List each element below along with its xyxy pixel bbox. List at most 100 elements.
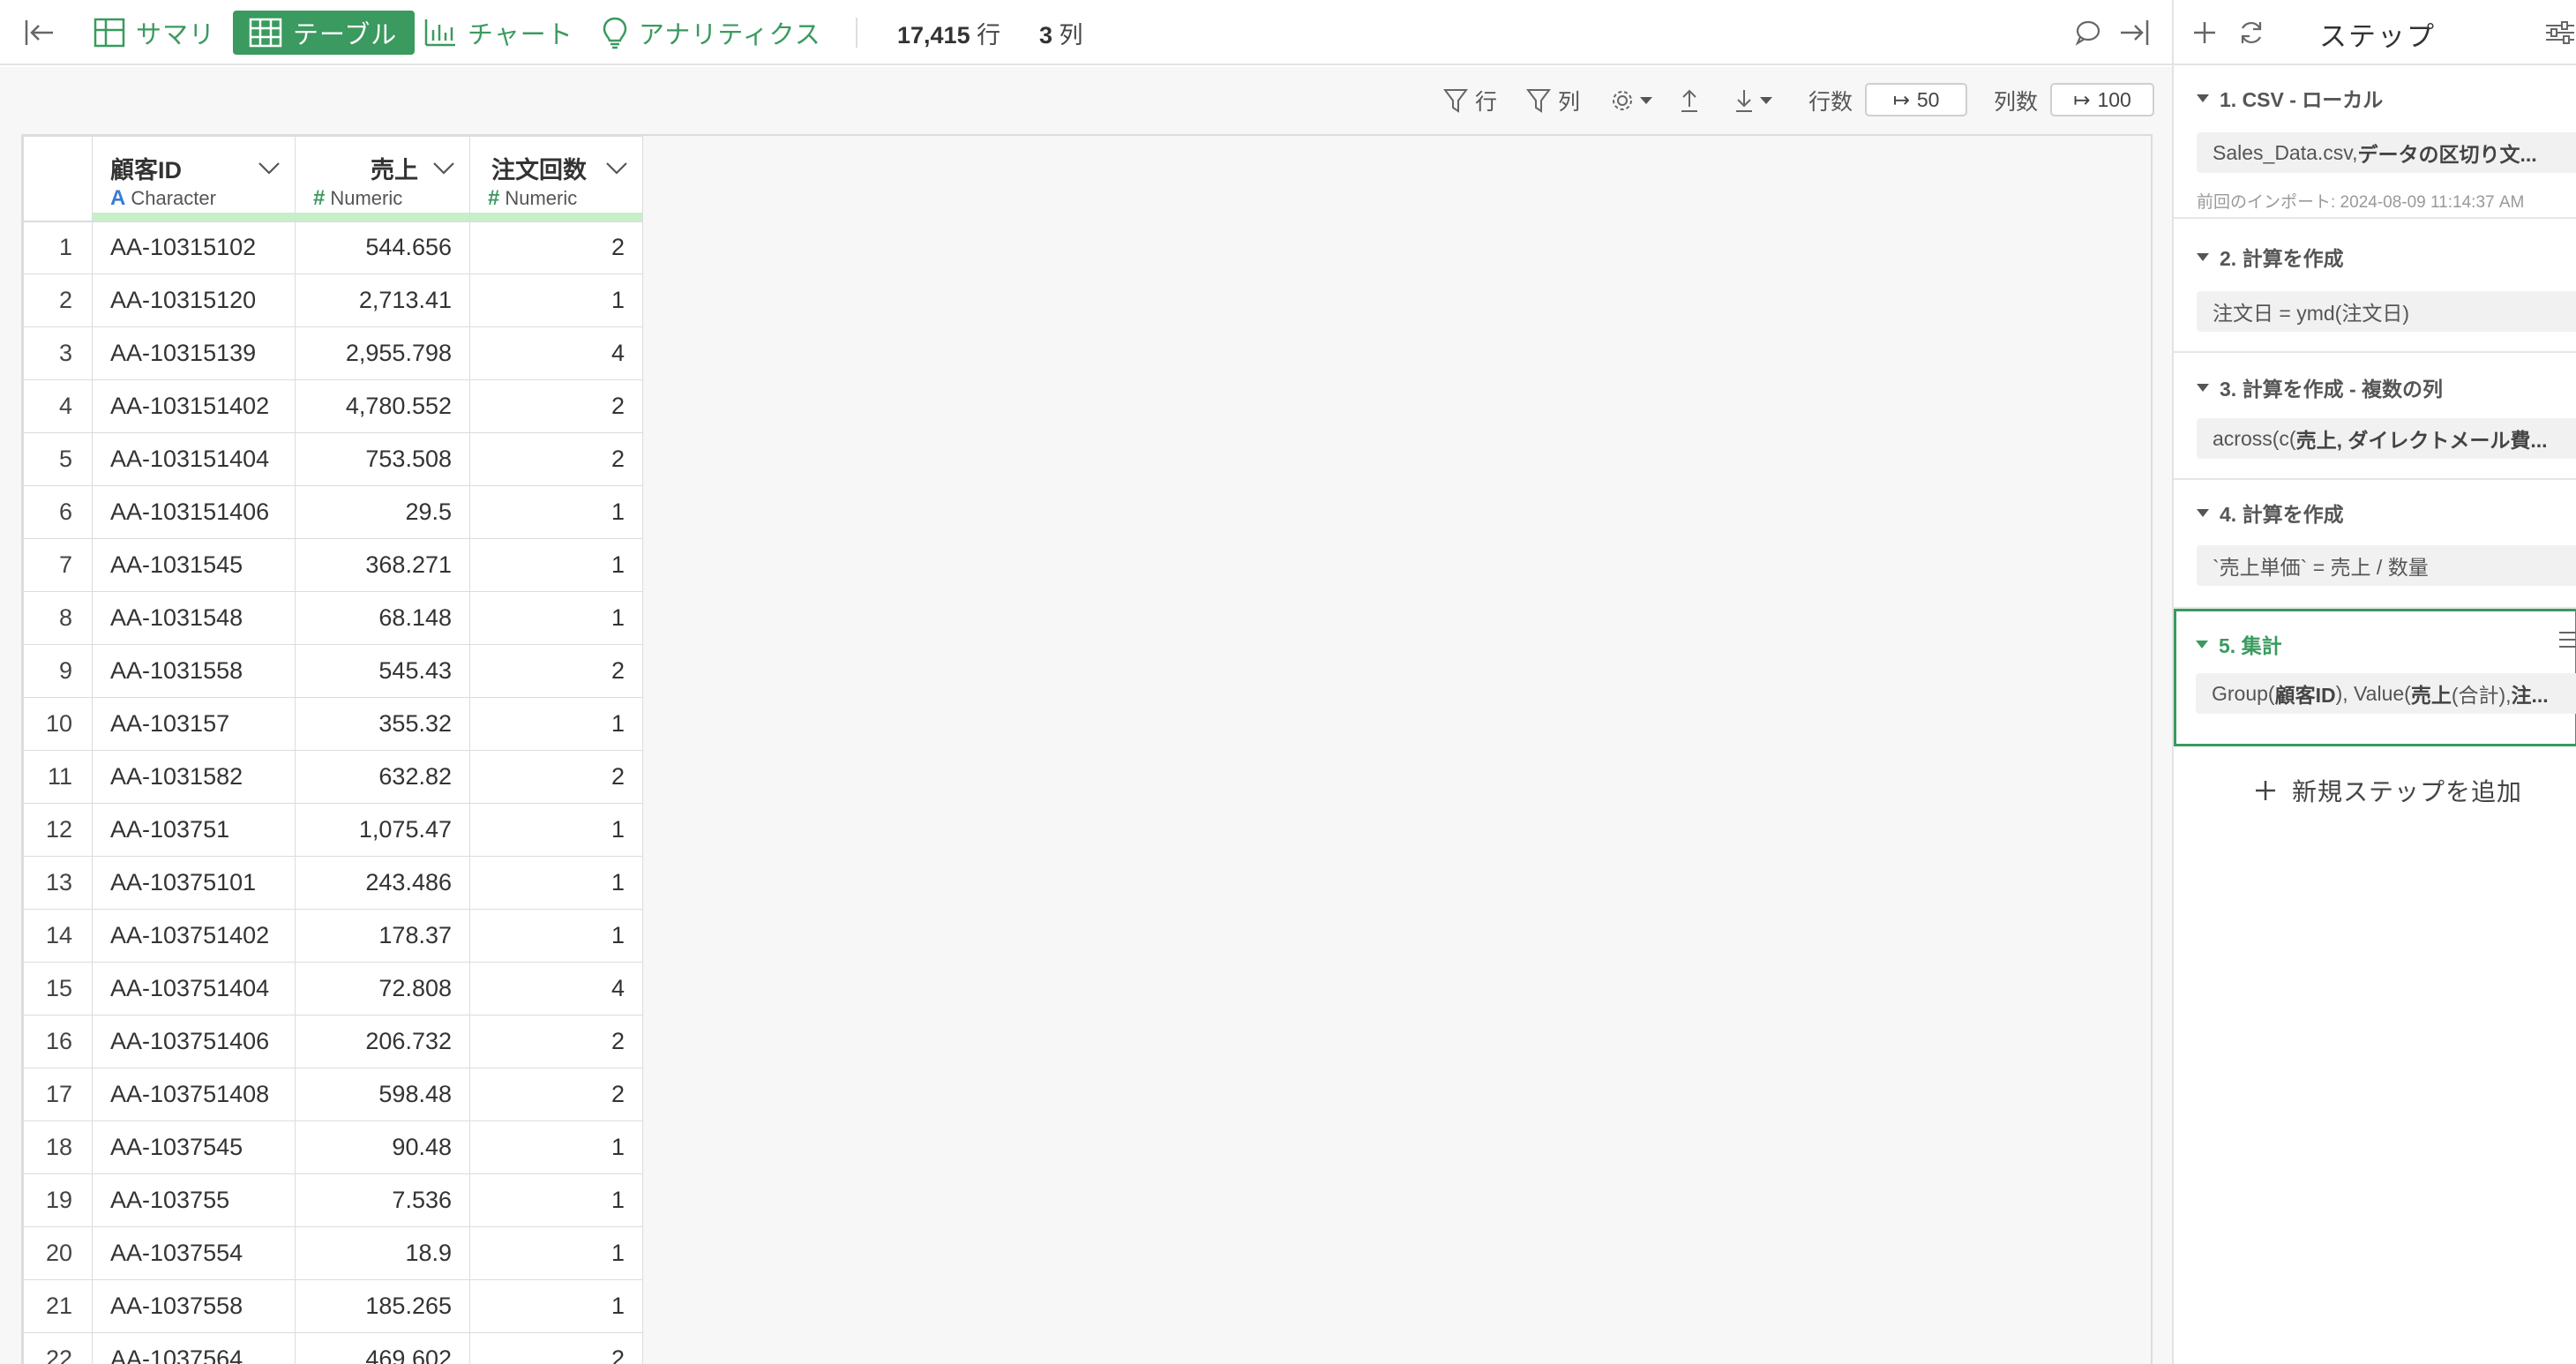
- cell-customer-id[interactable]: AA-10375101: [92, 856, 296, 910]
- cell-order-count[interactable]: 1: [469, 856, 643, 910]
- cell-sales[interactable]: 355.32: [295, 697, 470, 751]
- table-row[interactable]: 11 AA-1031582 632.82 2: [23, 750, 643, 804]
- step-body[interactable]: Group(顧客ID), Value(売上 (合計), 注...: [2196, 673, 2576, 714]
- step-body[interactable]: `売上単価` = 売上 / 数量: [2197, 545, 2576, 586]
- chevron-down-icon[interactable]: [605, 154, 628, 182]
- step-item[interactable]: 3. 計算を作成 - 複数の列 across(c(売上, ダイレクトメール費..…: [2174, 355, 2576, 480]
- table-row[interactable]: 7 AA-1031545 368.271 1: [23, 538, 643, 592]
- cell-order-count[interactable]: 1: [469, 803, 643, 857]
- step-item[interactable]: 1. CSV - ローカル Sales_Data.csv, データの区切り文..…: [2174, 67, 2576, 219]
- cell-order-count[interactable]: 4: [469, 326, 643, 380]
- cell-sales[interactable]: 545.43: [295, 644, 470, 698]
- cell-order-count[interactable]: 1: [469, 485, 643, 539]
- cell-sales[interactable]: 206.732: [295, 1015, 470, 1068]
- table-row[interactable]: 9 AA-1031558 545.43 2: [23, 644, 643, 698]
- cell-customer-id[interactable]: AA-1031558: [92, 644, 296, 698]
- cell-customer-id[interactable]: AA-10315139: [92, 326, 296, 380]
- table-row[interactable]: 10 AA-103157 355.32 1: [23, 697, 643, 751]
- table-row[interactable]: 16 AA-103751406 206.732 2: [23, 1015, 643, 1068]
- chevron-down-icon[interactable]: [432, 154, 455, 182]
- cell-customer-id[interactable]: AA-103157: [92, 697, 296, 751]
- cell-order-count[interactable]: 1: [469, 909, 643, 963]
- cell-sales[interactable]: 178.37: [295, 909, 470, 963]
- table-row[interactable]: 18 AA-1037545 90.48 1: [23, 1120, 643, 1174]
- cell-sales[interactable]: 4,780.552: [295, 379, 470, 433]
- table-row[interactable]: 1 AA-10315102 544.656 2: [23, 221, 643, 274]
- cell-customer-id[interactable]: AA-1031548: [92, 591, 296, 645]
- cell-order-count[interactable]: 2: [469, 1015, 643, 1068]
- cell-order-count[interactable]: 2: [469, 221, 643, 274]
- tab-chart[interactable]: チャート: [423, 11, 573, 55]
- table-row[interactable]: 22 AA-1037564 469.602 2: [23, 1332, 643, 1364]
- cell-sales[interactable]: 90.48: [295, 1120, 470, 1174]
- step-body[interactable]: 注文日 = ymd(注文日): [2197, 291, 2576, 332]
- cell-sales[interactable]: 29.5: [295, 485, 470, 539]
- table-row[interactable]: 15 AA-103751404 72.808 4: [23, 962, 643, 1016]
- tab-analytics[interactable]: アナリティクス: [602, 11, 821, 55]
- cell-customer-id[interactable]: AA-1031545: [92, 538, 296, 592]
- cell-order-count[interactable]: 1: [469, 697, 643, 751]
- column-header-customer-id[interactable]: 顧客ID A Character: [92, 136, 296, 222]
- cell-customer-id[interactable]: AA-1031582: [92, 750, 296, 804]
- cell-sales[interactable]: 469.602: [295, 1332, 470, 1364]
- cell-order-count[interactable]: 1: [469, 1279, 643, 1333]
- cell-order-count[interactable]: 4: [469, 962, 643, 1016]
- tab-table[interactable]: テーブル: [233, 11, 416, 55]
- cols-input[interactable]: ↦ 100: [2050, 83, 2154, 116]
- cell-order-count[interactable]: 2: [469, 1332, 643, 1364]
- cell-customer-id[interactable]: AA-103151406: [92, 485, 296, 539]
- cell-order-count[interactable]: 1: [469, 1173, 643, 1227]
- chevron-down-icon[interactable]: [258, 154, 281, 182]
- caret-down-icon[interactable]: [2197, 94, 2209, 102]
- collapse-right-icon[interactable]: [2117, 11, 2153, 55]
- cell-sales[interactable]: 68.148: [295, 591, 470, 645]
- column-header-order-count[interactable]: 注文回数 # Numeric: [469, 136, 643, 222]
- cell-order-count[interactable]: 2: [469, 644, 643, 698]
- rows-input[interactable]: ↦ 50: [1865, 83, 1967, 116]
- table-row[interactable]: 20 AA-1037554 18.9 1: [23, 1226, 643, 1280]
- caret-down-icon[interactable]: [2197, 252, 2209, 261]
- cell-customer-id[interactable]: AA-103755: [92, 1173, 296, 1227]
- comment-icon[interactable]: [2073, 11, 2101, 55]
- caret-down-icon[interactable]: [2196, 640, 2208, 648]
- download-dropdown[interactable]: [1733, 85, 1773, 116]
- table-row[interactable]: 3 AA-10315139 2,955.798 4: [23, 326, 643, 380]
- cell-customer-id[interactable]: AA-1037558: [92, 1279, 296, 1333]
- cell-customer-id[interactable]: AA-103751404: [92, 962, 296, 1016]
- cell-sales[interactable]: 2,955.798: [295, 326, 470, 380]
- tab-summary[interactable]: サマリ: [94, 11, 215, 55]
- cell-order-count[interactable]: 2: [469, 432, 643, 486]
- refresh-icon[interactable]: [2237, 11, 2265, 55]
- cell-customer-id[interactable]: AA-10315120: [92, 274, 296, 327]
- cell-sales[interactable]: 544.656: [295, 221, 470, 274]
- table-row[interactable]: 5 AA-103151404 753.508 2: [23, 432, 643, 486]
- cell-customer-id[interactable]: AA-1037545: [92, 1120, 296, 1174]
- table-row[interactable]: 8 AA-1031548 68.148 1: [23, 591, 643, 645]
- sliders-icon[interactable]: [2544, 11, 2576, 55]
- table-row[interactable]: 17 AA-103751408 598.48 2: [23, 1068, 643, 1121]
- table-row[interactable]: 6 AA-103151406 29.5 1: [23, 485, 643, 539]
- upload-icon[interactable]: [1678, 85, 1701, 116]
- cell-order-count[interactable]: 1: [469, 1226, 643, 1280]
- cell-sales[interactable]: 1,075.47: [295, 803, 470, 857]
- step-item-active[interactable]: 5. 集計 Group(顧客ID), Value(売上 (合計), 注...: [2174, 609, 2576, 746]
- cell-order-count[interactable]: 1: [469, 538, 643, 592]
- cell-order-count[interactable]: 2: [469, 750, 643, 804]
- step-body[interactable]: Sales_Data.csv, データの区切り文...: [2197, 132, 2576, 173]
- cell-sales[interactable]: 598.48: [295, 1068, 470, 1121]
- cell-order-count[interactable]: 1: [469, 591, 643, 645]
- table-row[interactable]: 19 AA-103755 7.536 1: [23, 1173, 643, 1227]
- cell-customer-id[interactable]: AA-103751: [92, 803, 296, 857]
- table-row[interactable]: 12 AA-103751 1,075.47 1: [23, 803, 643, 857]
- cell-customer-id[interactable]: AA-103751408: [92, 1068, 296, 1121]
- cell-sales[interactable]: 185.265: [295, 1279, 470, 1333]
- cell-customer-id[interactable]: AA-1037554: [92, 1226, 296, 1280]
- menu-icon[interactable]: [2557, 629, 2576, 655]
- caret-down-icon[interactable]: [2197, 383, 2209, 392]
- cell-customer-id[interactable]: AA-103151402: [92, 379, 296, 433]
- step-item[interactable]: 4. 計算を作成 `売上単価` = 売上 / 数量: [2174, 482, 2576, 609]
- cell-customer-id[interactable]: AA-103751406: [92, 1015, 296, 1068]
- column-header-sales[interactable]: 売上 # Numeric: [295, 136, 470, 222]
- cell-sales[interactable]: 18.9: [295, 1226, 470, 1280]
- cell-order-count[interactable]: 2: [469, 1068, 643, 1121]
